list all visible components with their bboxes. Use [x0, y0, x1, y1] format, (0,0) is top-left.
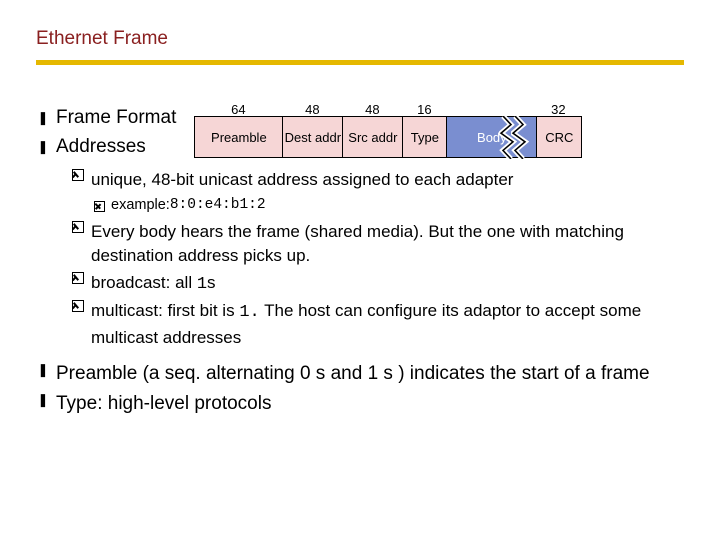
frame-diagram: 64 48 48 16 32 Preamble Dest addr Src ad…: [194, 103, 582, 158]
sub-broadcast-text: broadcast: all 1s: [91, 271, 684, 298]
bits-src: 48: [342, 103, 402, 116]
sub-broadcast: broadcast: all 1s: [72, 271, 684, 298]
sub-everybody: Every body hears the frame (shared media…: [72, 220, 684, 269]
bullet-preamble-text: Preamble (a seq. alternating 0 s and 1 s…: [56, 361, 684, 388]
sub-bullet-icon: [72, 300, 84, 312]
bullet-frame-format-label: Frame Format: [56, 107, 176, 128]
frame-bit-widths: 64 48 48 16 32: [194, 103, 582, 116]
frame-fields: Preamble Dest addr Src addr Type Body CR…: [194, 116, 582, 158]
bullet-addresses-label: Addresses: [56, 136, 146, 157]
subsub-example: example: 8:0:e4:b1:2: [94, 195, 684, 216]
bullet-preamble: ❚ Preamble (a seq. alternating 0 s and 1…: [36, 361, 684, 388]
broadcast-post: s: [207, 273, 216, 292]
sub-everybody-text: Every body hears the frame (shared media…: [91, 220, 684, 269]
bits-dest: 48: [282, 103, 342, 116]
bullet-icon: ❚: [36, 108, 50, 128]
bits-crc: 32: [536, 103, 580, 116]
sub-unique: unique, 48-bit unicast address assigned …: [72, 168, 684, 193]
multicast-pre: multicast: first bit is: [91, 301, 239, 320]
body-break-right: [511, 116, 529, 159]
bullet-type-text: Type: high-level protocols: [56, 391, 684, 418]
broadcast-code: 1: [197, 275, 207, 294]
sub-bullet-icon: [72, 221, 84, 233]
field-crc: CRC: [537, 117, 581, 157]
field-preamble: Preamble: [195, 117, 283, 157]
bullet-frame-format: ❚ Frame Format: [36, 103, 176, 132]
broadcast-pre: broadcast: all: [91, 273, 197, 292]
sub-bullet-icon: [72, 169, 84, 181]
sub-bullet-icon: [72, 272, 84, 284]
field-type: Type: [403, 117, 447, 157]
field-body-label: Body: [477, 131, 507, 144]
field-src: Src addr: [343, 117, 403, 157]
bullet-icon: ❚: [36, 361, 50, 388]
sub-unique-text: unique, 48-bit unicast address assigned …: [91, 168, 684, 193]
example-label: example:: [111, 195, 170, 216]
bullet-addresses: ❚ Addresses: [36, 132, 176, 161]
bits-preamble: 64: [194, 103, 282, 116]
sub-multicast: multicast: first bit is 1. The host can …: [72, 299, 684, 350]
subsub-bullet-icon: [94, 201, 105, 212]
bullet-type: ❚ Type: high-level protocols: [36, 391, 684, 418]
multicast-code: 1.: [239, 303, 259, 322]
field-body: Body: [447, 117, 537, 157]
bits-type: 16: [402, 103, 446, 116]
slide-title: Ethernet Frame: [36, 28, 684, 50]
bullet-icon: ❚: [36, 137, 50, 157]
example-value: 8:0:e4:b1:2: [170, 195, 266, 216]
bits-body: [446, 103, 536, 116]
field-dest: Dest addr: [283, 117, 343, 157]
sub-multicast-text: multicast: first bit is 1. The host can …: [91, 299, 684, 350]
bullet-icon: ❚: [36, 391, 50, 418]
title-underline: [36, 60, 684, 65]
